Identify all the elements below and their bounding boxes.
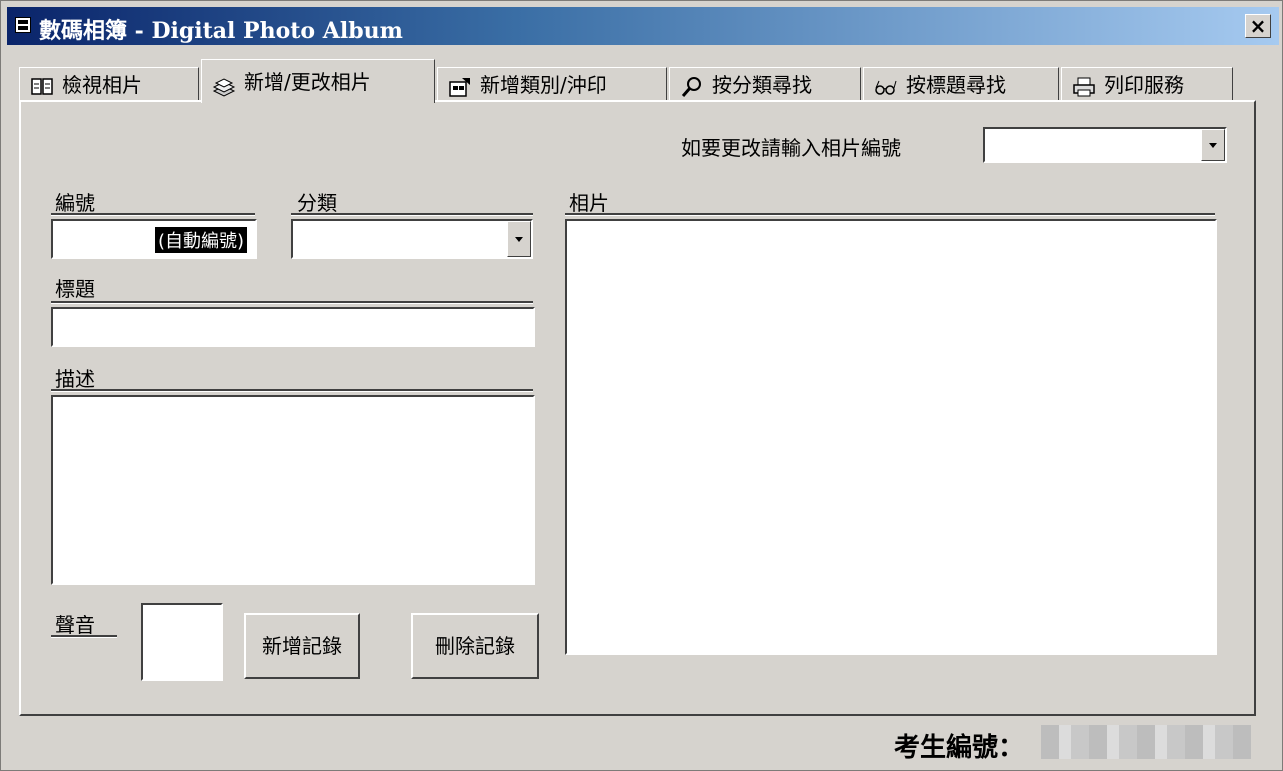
add-record-button[interactable]: 新增記錄 [244,613,360,679]
photo-label-underline [565,213,1215,216]
photo-frame[interactable] [565,219,1217,655]
edit-photo-id-select[interactable] [983,127,1227,163]
title-label: 標題 [55,277,95,301]
sound-label: 聲音 [55,613,95,637]
candidate-number-redacted [1041,725,1251,759]
window-title: 數碼相簿 - Digital Photo Album [39,18,403,44]
description-label-underline [51,389,533,392]
tab-label: 列印服務 [1104,72,1184,97]
category-label: 分類 [297,191,337,215]
glasses-icon [874,74,898,96]
title-input[interactable] [51,307,535,347]
delete-record-button[interactable]: 刪除記錄 [411,613,539,679]
description-label: 描述 [55,367,95,391]
tab-print-service[interactable]: 列印服務 [1061,67,1233,101]
tab-label: 按分類尋找 [712,72,812,97]
title-label-underline [51,301,533,304]
title-bar: 數碼相簿 - Digital Photo Album × [7,7,1279,45]
close-button[interactable]: × [1245,14,1271,38]
tab-label: 按標題尋找 [906,72,1006,97]
category-icon [448,74,472,97]
tab-add-edit-photo[interactable]: 新增/更改相片 [201,59,435,103]
chevron-down-icon[interactable] [1201,129,1225,161]
tab-add-category-print[interactable]: 新增類別/沖印 [437,67,667,101]
id-label: 編號 [55,191,95,215]
description-textarea[interactable] [51,395,535,585]
tab-label: 檢視相片 [62,72,142,97]
magnifier-icon [680,74,704,97]
tab-search-title[interactable]: 按標題尋找 [863,67,1059,101]
photo-label: 相片 [569,191,609,215]
id-label-underline [51,213,255,216]
tab-label: 新增類別/沖印 [480,72,607,97]
id-field[interactable]: (自動編號) [51,219,257,259]
book-icon [30,74,54,96]
tab-label: 新增/更改相片 [244,69,371,94]
chevron-down-icon[interactable] [507,221,531,257]
id-autonumber-text: (自動編號) [154,227,247,253]
form-icon [15,17,31,33]
category-select[interactable] [291,219,533,259]
photo-stack-icon [212,71,236,97]
category-label-underline [291,213,533,216]
sound-object-frame[interactable] [141,603,223,681]
sound-label-underline [51,635,117,638]
edit-photo-prompt: 如要更改請輸入相片編號 [681,136,901,160]
printer-icon [1072,74,1096,96]
tab-view-photos[interactable]: 檢視相片 [19,67,199,101]
tab-search-category[interactable]: 按分類尋找 [669,67,861,101]
candidate-number-label: 考生編號： [894,733,1025,763]
app-window: 數碼相簿 - Digital Photo Album × 檢視相片 新增/更改相… [0,0,1283,771]
